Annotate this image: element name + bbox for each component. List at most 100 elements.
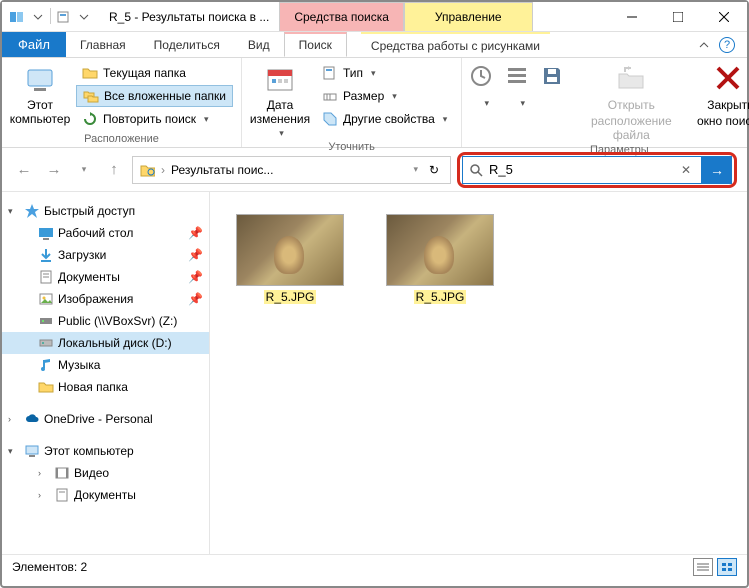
search-input[interactable]: [489, 162, 671, 177]
search-go-button[interactable]: →: [702, 156, 732, 184]
sidebar-item-music[interactable]: Музыка: [2, 354, 209, 376]
download-icon: [38, 247, 54, 263]
back-button[interactable]: ←: [12, 158, 36, 182]
item-count: Элементов: 2: [12, 560, 87, 574]
size-button[interactable]: Размер: [316, 85, 453, 107]
file-item[interactable]: R_5.JPG: [380, 214, 500, 304]
sidebar-item-documents2[interactable]: › Документы: [2, 484, 209, 506]
group-location-label: Расположение: [10, 131, 233, 145]
sidebar-item-downloads[interactable]: Загрузки📌: [2, 244, 209, 266]
sidebar-quick-access[interactable]: ▾ Быстрый доступ: [2, 200, 209, 222]
recent-searches-button[interactable]: [470, 62, 500, 142]
navbar: ← → ▾ ↑ › Результаты поис... ▾ ↻ ✕ →: [2, 148, 747, 192]
this-pc-button[interactable]: Этот компьютер: [10, 62, 70, 131]
save-icon: [540, 64, 572, 96]
open-folder-icon: [615, 64, 647, 96]
file-name: R_5.JPG: [414, 290, 467, 304]
qat-more-icon[interactable]: [75, 8, 93, 26]
context-tab-manage[interactable]: Управление: [404, 2, 533, 31]
pictures-icon: [38, 291, 54, 307]
type-icon: [322, 65, 338, 81]
tab-home[interactable]: Главная: [66, 32, 140, 57]
forward-button[interactable]: →: [42, 158, 66, 182]
date-modified-label: Дата изменения: [250, 98, 310, 126]
type-button[interactable]: Тип: [316, 62, 453, 84]
all-subfolders-button[interactable]: Все вложенные папки: [76, 85, 233, 107]
sidebar-item-videos[interactable]: › Видео: [2, 462, 209, 484]
maximize-button[interactable]: [655, 2, 701, 32]
tab-view[interactable]: Вид: [234, 32, 284, 57]
pc-icon: [24, 64, 56, 96]
sidebar-item-pictures[interactable]: Изображения📌: [2, 288, 209, 310]
other-props-button[interactable]: Другие свойства: [316, 108, 453, 130]
music-icon: [38, 357, 54, 373]
close-search-button[interactable]: Закрыть окно поиска: [692, 62, 749, 142]
file-name: R_5.JPG: [264, 290, 317, 304]
pc-icon: [24, 443, 40, 459]
sidebar-item-new-folder[interactable]: Новая папка: [2, 376, 209, 398]
properties-icon[interactable]: [54, 8, 72, 26]
search-icon: [469, 163, 483, 177]
refresh-button[interactable]: ↻: [424, 163, 444, 177]
document-icon: [54, 487, 70, 503]
tab-file[interactable]: Файл: [2, 32, 66, 57]
image-thumbnail: [386, 214, 494, 286]
help-icon[interactable]: ?: [719, 37, 735, 53]
options-icon: [505, 64, 537, 96]
sidebar: ▾ Быстрый доступ Рабочий стол📌 Загрузки📌…: [2, 192, 210, 554]
sidebar-item-public[interactable]: Public (\\VBoxSvr) (Z:): [2, 310, 209, 332]
sidebar-item-desktop[interactable]: Рабочий стол📌: [2, 222, 209, 244]
image-thumbnail: [236, 214, 344, 286]
this-pc-label: Этот компьютер: [10, 98, 71, 126]
minimize-button[interactable]: [609, 2, 655, 32]
folder-icon: [38, 379, 54, 395]
qat-dropdown-icon[interactable]: [29, 8, 47, 26]
sidebar-onedrive[interactable]: › OneDrive - Personal: [2, 408, 209, 430]
advanced-options-button[interactable]: [506, 62, 536, 142]
current-folder-button[interactable]: Текущая папка: [76, 62, 233, 84]
sidebar-this-pc[interactable]: ▾ Этот компьютер: [2, 440, 209, 462]
size-icon: [322, 88, 338, 104]
cloud-icon: [24, 411, 40, 427]
collapse-ribbon-icon[interactable]: [699, 40, 709, 50]
disk-icon: [38, 335, 54, 351]
ribbon: Этот компьютер Текущая папка Все вложенн…: [2, 58, 747, 148]
date-modified-button[interactable]: Дата изменения: [250, 62, 310, 139]
address-bar[interactable]: › Результаты поис... ▾ ↻: [132, 156, 451, 184]
document-icon: [38, 269, 54, 285]
save-search-button[interactable]: [542, 62, 570, 142]
tab-search[interactable]: Поиск: [284, 32, 347, 57]
tab-share[interactable]: Поделиться: [140, 32, 234, 57]
recent-locations-button[interactable]: ▾: [72, 158, 96, 182]
desktop-icon: [38, 225, 54, 241]
video-icon: [54, 465, 70, 481]
network-drive-icon: [38, 313, 54, 329]
pin-icon: 📌: [188, 270, 203, 284]
star-icon: [24, 203, 40, 219]
separator: [50, 8, 51, 24]
tag-icon: [322, 111, 338, 127]
sidebar-item-documents[interactable]: Документы📌: [2, 266, 209, 288]
sidebar-item-local-disk[interactable]: Локальный диск (D:): [2, 332, 209, 354]
up-button[interactable]: ↑: [102, 158, 126, 182]
files-pane[interactable]: R_5.JPG R_5.JPG: [210, 192, 747, 554]
close-button[interactable]: [701, 2, 747, 32]
open-location-button: Открыть расположение файла: [576, 62, 686, 142]
search-highlight: ✕ →: [457, 152, 737, 188]
address-dropdown-icon[interactable]: ▾: [413, 164, 418, 175]
tab-picture-tools[interactable]: Средства работы с рисунками: [361, 32, 550, 57]
status-bar: Элементов: 2: [2, 554, 747, 578]
icons-view-button[interactable]: [717, 558, 737, 576]
ribbon-tabs: Файл Главная Поделиться Вид Поиск Средст…: [2, 32, 747, 58]
details-view-button[interactable]: [693, 558, 713, 576]
context-tab-search-tools[interactable]: Средства поиска: [279, 2, 404, 31]
pin-icon: 📌: [188, 226, 203, 240]
breadcrumb[interactable]: Результаты поис...: [171, 163, 407, 177]
clear-search-button[interactable]: ✕: [677, 163, 695, 177]
close-x-icon: [714, 64, 746, 96]
group-refine-label: Уточнить: [250, 139, 453, 153]
folder-search-icon: [139, 162, 155, 178]
search-again-button[interactable]: Повторить поиск: [76, 108, 233, 130]
search-box[interactable]: ✕: [462, 156, 702, 184]
file-item[interactable]: R_5.JPG: [230, 214, 350, 304]
